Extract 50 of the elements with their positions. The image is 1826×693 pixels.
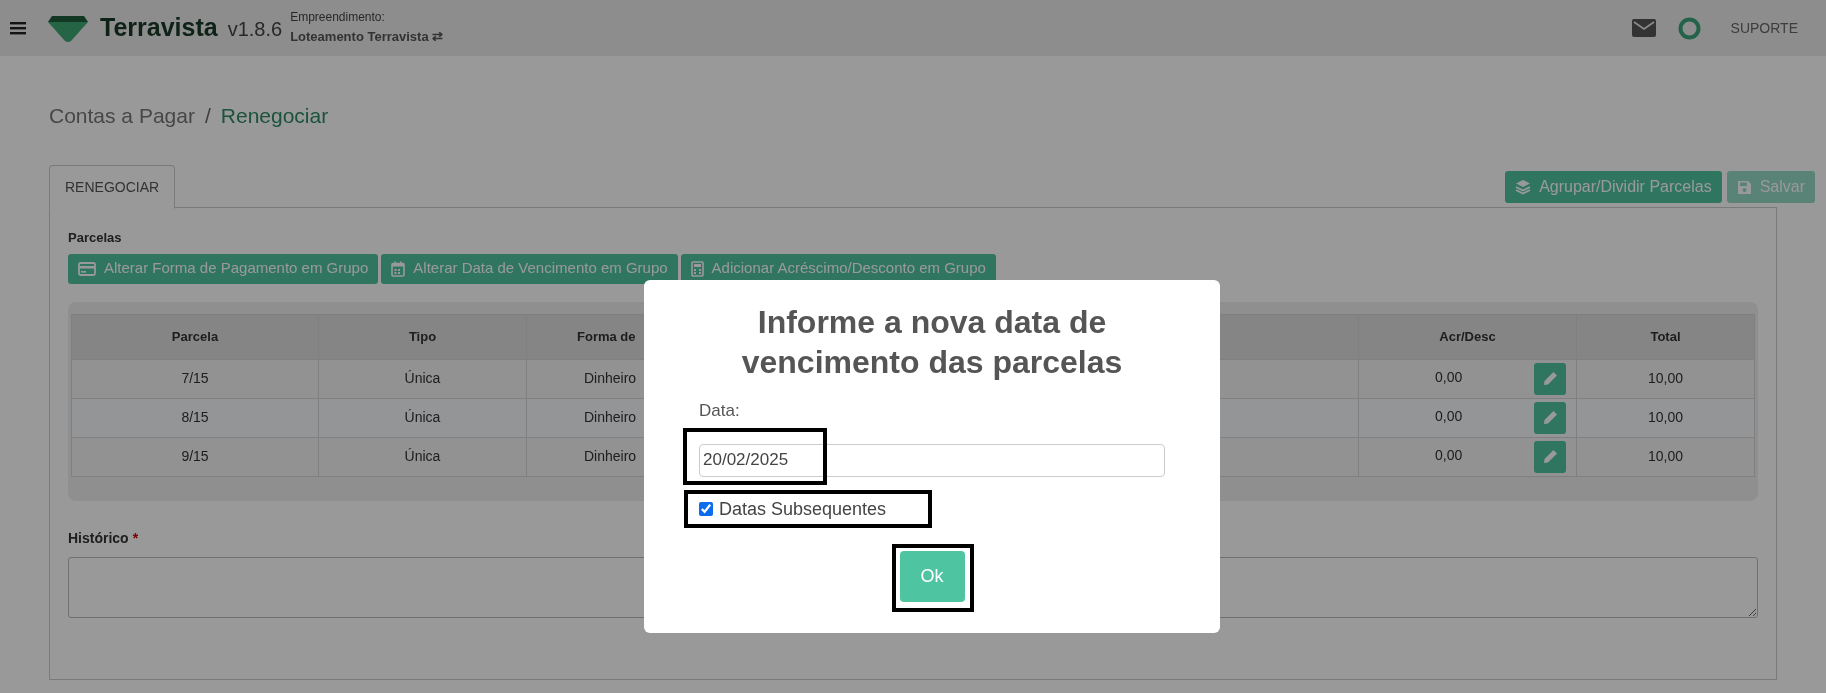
- layers-icon: [1515, 179, 1532, 195]
- table-cell: Única: [404, 448, 441, 464]
- support-link[interactable]: SUPORTE: [1730, 17, 1798, 39]
- table-cell: 10,00: [1647, 409, 1683, 425]
- table-cell: 10,00: [1647, 370, 1683, 386]
- table-cell: 9/15: [181, 448, 209, 464]
- group-action-button[interactable]: Alterar Data de Vencimento em Grupo: [381, 253, 678, 284]
- table-cell: Dinheiro: [584, 369, 637, 386]
- action-button[interactable]: Agrupar/Dividir Parcelas: [1505, 171, 1722, 203]
- project-selector[interactable]: Loteamento Terravista ⇄: [290, 29, 444, 46]
- table-cell-text: 0,00: [1435, 406, 1463, 426]
- calendar-icon: [391, 260, 406, 277]
- table-cell: 10,00: [1647, 448, 1683, 464]
- card-icon: [78, 261, 96, 276]
- checkbox-label[interactable]: Datas Subsequentes: [719, 495, 887, 523]
- field-label: Histórico: [68, 528, 129, 548]
- date-field[interactable]: 20/02/2025: [699, 443, 1165, 477]
- pencil-icon: [1542, 449, 1558, 464]
- breadcrumb-separator: /: [204, 103, 211, 130]
- project-label: Empreendimento:: [290, 10, 386, 26]
- table-cell: Única: [404, 370, 441, 386]
- checkbox[interactable]: [699, 502, 713, 516]
- required-mark: *: [132, 528, 139, 548]
- pencil-icon: [1542, 371, 1558, 386]
- calculator-icon: [690, 260, 704, 277]
- section-title: Parcelas: [68, 229, 123, 247]
- menu-icon[interactable]: [10, 21, 26, 35]
- breadcrumb-item: Renegociar: [220, 103, 329, 130]
- mail-icon[interactable]: [1631, 19, 1656, 37]
- group-action-button[interactable]: Alterar Forma de Pagamento em Grupo: [68, 253, 379, 284]
- column-header: Acr/Desc: [1358, 314, 1577, 359]
- column-header: Total: [1576, 314, 1755, 359]
- table-cell: Dinheiro: [584, 408, 637, 425]
- table-cell-text: 0,00: [1435, 367, 1463, 387]
- table-cell-text: 0,00: [1435, 445, 1463, 465]
- table-cell: Única: [404, 409, 441, 425]
- table-cell: Dinheiro: [584, 447, 637, 464]
- ok-button[interactable]: Ok: [899, 550, 965, 602]
- table-cell: 7/15: [181, 370, 209, 386]
- field-label: Data:: [699, 400, 741, 422]
- column-header: Tipo: [318, 314, 527, 359]
- version-label: v1.8.6: [227, 17, 283, 42]
- brand-name: Terravista: [100, 12, 218, 44]
- column-header: Parcela: [71, 314, 319, 359]
- tab[interactable]: RENEGOCIAR: [49, 165, 176, 209]
- table-cell: 8/15: [181, 409, 209, 425]
- logo-icon: [46, 14, 90, 42]
- pencil-icon: [1542, 410, 1558, 425]
- breadcrumb-item[interactable]: Contas a Pagar: [49, 100, 195, 132]
- status-ring-icon: [1677, 16, 1701, 40]
